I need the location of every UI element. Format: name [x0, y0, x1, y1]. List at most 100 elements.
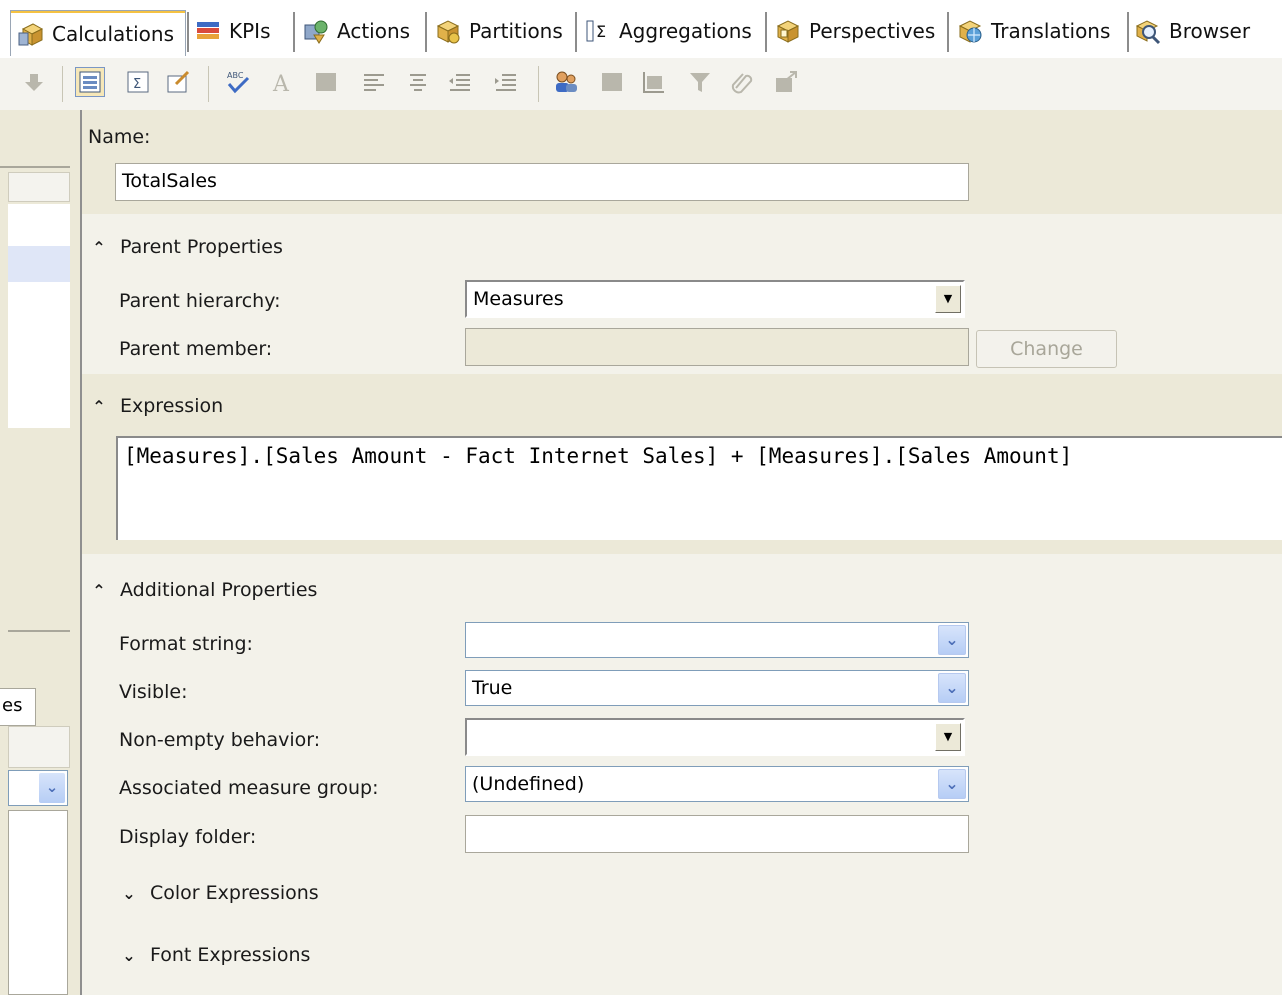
tab-partitions[interactable]: Partitions: [434, 8, 563, 54]
select-value: (Undefined): [472, 773, 585, 795]
panel-divider: [0, 166, 70, 168]
check-syntax-icon[interactable]: ABC: [224, 68, 252, 96]
tab-separator: [425, 12, 427, 52]
non-empty-behavior-select[interactable]: ▼: [465, 718, 965, 756]
font-icon[interactable]: A: [268, 68, 296, 96]
filter-icon[interactable]: [686, 68, 714, 96]
form-view-icon[interactable]: [75, 67, 105, 97]
tab-aggregations[interactable]: Σ Aggregations: [584, 8, 752, 54]
toolbar: Σ ABC A: [0, 58, 1282, 111]
additional-properties-header[interactable]: ⌃ Additional Properties: [90, 579, 317, 601]
dropdown-arrow-icon[interactable]: ▼: [935, 285, 961, 313]
font-expressions-header[interactable]: ⌄ Font Expressions: [120, 944, 310, 966]
translations-globe-icon: [958, 20, 982, 43]
format-string-select[interactable]: ⌄: [465, 622, 969, 658]
name-input[interactable]: TotalSales: [115, 163, 969, 201]
tab-separator: [765, 12, 767, 52]
tab-separator: [293, 12, 295, 52]
metadata-tree[interactable]: [8, 810, 68, 995]
section-title: Expression: [120, 395, 224, 417]
expand-chevron-icon[interactable]: ⌄: [120, 946, 138, 965]
svg-text:A: A: [272, 72, 290, 96]
section-title: Parent Properties: [120, 236, 283, 258]
align-center-icon[interactable]: [404, 68, 432, 96]
tab-label: Partitions: [469, 19, 563, 43]
actions-icon: [304, 20, 328, 44]
aggregations-sigma-icon: Σ: [586, 20, 606, 42]
script-view-icon[interactable]: Σ: [124, 68, 152, 96]
chevron-down-icon[interactable]: ⌄: [39, 773, 65, 803]
kpi-bars-icon: [197, 22, 219, 39]
section-title: Font Expressions: [150, 944, 311, 966]
visible-label: Visible:: [119, 681, 188, 703]
attach-icon[interactable]: [728, 68, 756, 96]
chevron-down-icon[interactable]: ⌄: [938, 625, 966, 655]
tools-header: [8, 726, 70, 768]
select-value: Measures: [473, 288, 564, 310]
partitions-icon: [436, 20, 460, 44]
script-list[interactable]: [8, 204, 70, 428]
expression-header[interactable]: ⌃ Expression: [90, 395, 223, 417]
fill-color-icon[interactable]: [312, 68, 340, 96]
users-icon[interactable]: [552, 68, 580, 96]
measure-group-combo[interactable]: ⌄: [8, 770, 68, 806]
selected-script-row[interactable]: [8, 246, 70, 282]
tab-label: es: [2, 695, 23, 716]
section-title: Color Expressions: [150, 882, 319, 904]
tab-separator: [947, 12, 949, 52]
chevron-down-icon[interactable]: ⌄: [938, 673, 966, 703]
tab-actions[interactable]: Actions: [302, 8, 410, 54]
associated-measure-group-select[interactable]: (Undefined) ⌄: [465, 766, 969, 802]
decrease-indent-icon[interactable]: [446, 68, 474, 96]
expression-editor[interactable]: [Measures].[Sales Amount - Fact Internet…: [116, 436, 1282, 540]
select-value: True: [472, 677, 513, 699]
grid-icon[interactable]: [598, 68, 626, 96]
parent-properties-header[interactable]: ⌃ Parent Properties: [90, 236, 283, 258]
calculation-form: Name: TotalSales ⌃ Parent Properties Par…: [82, 110, 1282, 995]
export-icon[interactable]: [772, 68, 800, 96]
toolbar-separator: [538, 66, 539, 102]
tab-label: Browser: [1169, 19, 1251, 43]
parent-member-label: Parent member:: [119, 338, 273, 360]
visible-select[interactable]: True ⌄: [465, 670, 969, 706]
dropdown-arrow-icon[interactable]: ▼: [935, 723, 961, 751]
chart-icon[interactable]: [640, 68, 668, 96]
panel-header: [8, 172, 70, 202]
tab-label: Calculations: [52, 21, 174, 46]
section-title: Additional Properties: [120, 579, 318, 601]
tab-calculations[interactable]: Calculations: [10, 10, 186, 56]
move-down-icon[interactable]: [20, 68, 48, 96]
tab-separator: [187, 12, 189, 52]
properties-icon[interactable]: [164, 68, 192, 96]
panel-divider: [8, 630, 70, 632]
tab-separator: [1127, 12, 1129, 52]
calculation-tools-tab[interactable]: es: [0, 688, 36, 726]
color-expressions-header[interactable]: ⌄ Color Expressions: [120, 882, 319, 904]
non-empty-behavior-label: Non-empty behavior:: [119, 729, 321, 751]
svg-text:ABC: ABC: [227, 71, 244, 80]
tab-label: Actions: [337, 19, 411, 43]
align-left-icon[interactable]: [360, 68, 388, 96]
name-label: Name:: [88, 126, 151, 148]
tab-separator: [575, 12, 577, 52]
increase-indent-icon[interactable]: [492, 68, 520, 96]
parent-member-field: [465, 328, 969, 366]
tab-kpis[interactable]: KPIs: [194, 8, 271, 54]
script-organizer-panel: es ⌄: [0, 110, 82, 995]
expand-chevron-icon[interactable]: ⌄: [120, 884, 138, 903]
collapse-chevron-icon[interactable]: ⌃: [90, 397, 108, 416]
parent-hierarchy-select[interactable]: Measures ▼: [465, 280, 965, 318]
associated-measure-group-label: Associated measure group:: [119, 777, 379, 799]
display-folder-label: Display folder:: [119, 826, 257, 848]
chevron-down-icon[interactable]: ⌄: [938, 769, 966, 799]
tab-browser[interactable]: Browser: [1134, 8, 1250, 54]
tab-perspectives[interactable]: Perspectives: [774, 8, 935, 54]
display-folder-input[interactable]: [465, 815, 969, 853]
collapse-chevron-icon[interactable]: ⌃: [90, 238, 108, 257]
collapse-chevron-icon[interactable]: ⌃: [90, 581, 108, 600]
browser-magnifier-icon: [1135, 20, 1161, 45]
tab-label: KPIs: [229, 19, 271, 43]
tab-label: Translations: [991, 19, 1111, 43]
change-button[interactable]: Change: [976, 330, 1117, 368]
tab-translations[interactable]: Translations: [956, 8, 1110, 54]
